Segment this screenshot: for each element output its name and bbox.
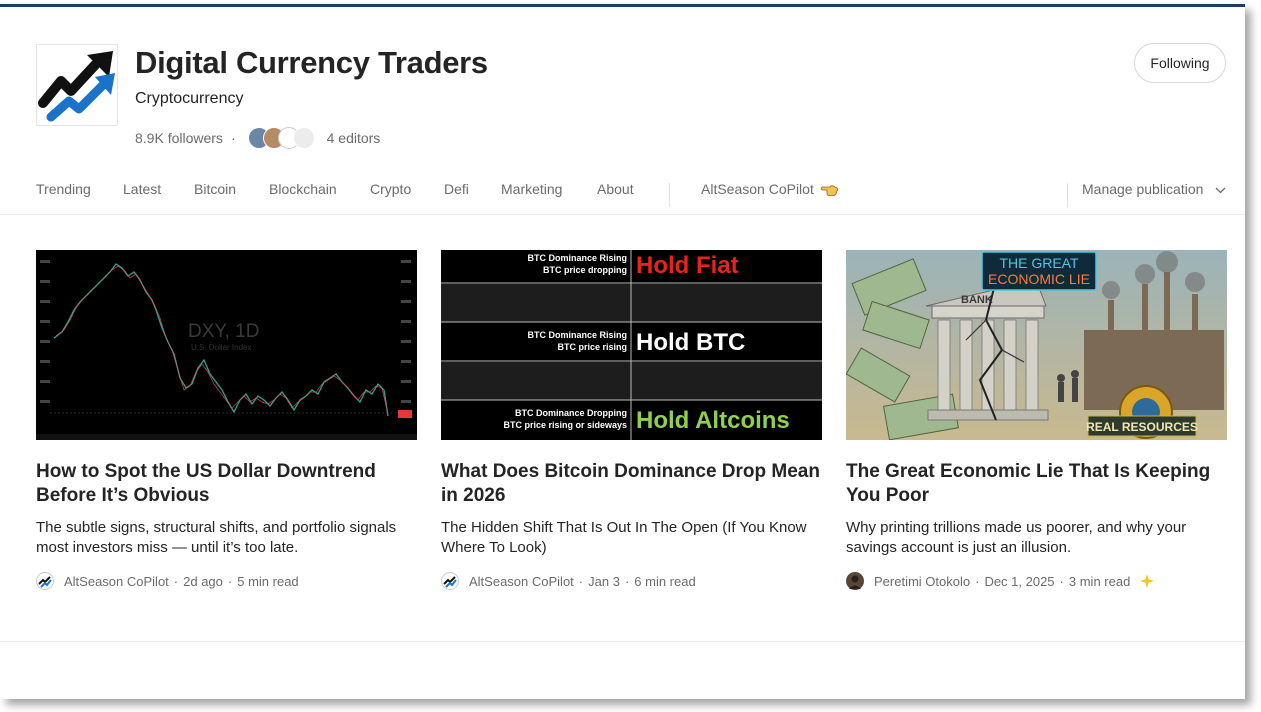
manage-publication-menu[interactable]: Manage publication (1082, 181, 1226, 197)
nav-item-crypto[interactable]: Crypto (370, 181, 411, 197)
following-button[interactable]: Following (1134, 43, 1226, 83)
author-name[interactable]: AltSeason CoPilot (64, 574, 169, 589)
condition-line: BTC Dominance Rising (527, 253, 627, 263)
meta-separator: · (578, 573, 584, 589)
pointing-hand-icon (820, 185, 838, 196)
resources-badge: REAL RESOURCES (1086, 420, 1198, 434)
meta-separator: · (173, 573, 179, 589)
article-card[interactable]: BTC Dominance Rising BTC price dropping … (441, 250, 822, 590)
article-card[interactable]: DXY, 1D U.S. Dollar Index How to Spot th… (36, 250, 417, 590)
author-name[interactable]: AltSeason CoPilot (469, 574, 574, 589)
member-star-icon (1140, 574, 1155, 588)
nav-divider (1067, 183, 1068, 207)
meta-separator: · (230, 130, 236, 146)
nav-item-blockchain[interactable]: Blockchain (269, 181, 337, 197)
read-time: 5 min read (237, 573, 299, 589)
chart-watermark-subtitle: U.S. Dollar Index (191, 343, 251, 352)
article-subtitle[interactable]: Why printing trillions made us poorer, a… (846, 518, 1227, 558)
nav-item-trending[interactable]: Trending (36, 181, 91, 197)
meta-separator: · (624, 573, 630, 589)
article-thumbnail-btc-dominance-table[interactable]: BTC Dominance Rising BTC price dropping … (441, 250, 822, 440)
publication-nav: Trending Latest Bitcoin Blockchain Crypt… (36, 175, 1245, 217)
author-avatar-altseason[interactable] (441, 572, 459, 590)
publish-date: Jan 3 (588, 573, 620, 589)
bank-sign: BANK (961, 294, 993, 306)
avatar (292, 127, 315, 149)
article-meta: AltSeason CoPilot · Jan 3 · 6 min read (441, 572, 822, 590)
editor-avatars[interactable] (247, 127, 315, 149)
article-meta: AltSeason CoPilot · 2d ago · 5 min read (36, 572, 417, 590)
meta-separator: · (227, 573, 233, 589)
nav-item-latest[interactable]: Latest (123, 181, 161, 197)
action-label-hold-altcoins: Hold Altcoins (636, 407, 790, 434)
article-subtitle[interactable]: The subtle signs, structural shifts, and… (36, 518, 417, 558)
nav-item-altseason-copilot[interactable]: AltSeason CoPilot (701, 181, 839, 197)
read-time: 6 min read (634, 573, 696, 589)
chart-watermark-title: DXY, 1D (188, 321, 259, 342)
publication-tagline: Cryptocurrency (135, 90, 244, 107)
condition-line: BTC price rising or sideways (503, 420, 627, 430)
action-label-hold-fiat: Hold Fiat (636, 252, 739, 279)
manage-publication-label: Manage publication (1082, 181, 1204, 197)
condition-line: BTC Dominance Rising (527, 330, 627, 340)
section-bottom-divider (0, 641, 1245, 642)
nav-item-marketing[interactable]: Marketing (501, 181, 562, 197)
article-card[interactable]: BANK THE GREAT ECONOMIC LIE REAL RESOURC… (846, 250, 1227, 590)
meta-separator: · (1059, 573, 1064, 589)
condition-line: BTC Dominance Dropping (515, 408, 627, 418)
article-subtitle[interactable]: The Hidden Shift That Is Out In The Open… (441, 518, 822, 558)
article-title[interactable]: What Does Bitcoin Dominance Drop Mean in… (441, 460, 822, 508)
banner-line: THE GREAT (999, 255, 1079, 271)
followers-count[interactable]: 8.9K followers (135, 130, 223, 146)
author-avatar-altseason[interactable] (36, 572, 54, 590)
meta-separator: · (975, 573, 980, 589)
nav-item-label: AltSeason CoPilot (701, 181, 814, 197)
publication-title: Digital Currency Traders (135, 45, 488, 80)
publication-logo[interactable] (36, 44, 118, 126)
nav-item-defi[interactable]: Defi (444, 181, 469, 197)
publish-date: 2d ago (183, 573, 223, 589)
author-name[interactable]: Peretimi Otokolo (874, 574, 970, 589)
banner-line: ECONOMIC LIE (988, 271, 1090, 287)
chevron-down-icon (1215, 187, 1226, 194)
article-thumbnail-dxy-chart[interactable]: DXY, 1D U.S. Dollar Index (36, 250, 417, 440)
publication-page: Digital Currency Traders Cryptocurrency … (0, 4, 1245, 699)
nav-item-bitcoin[interactable]: Bitcoin (194, 181, 236, 197)
condition-line: BTC price rising (557, 342, 627, 352)
nav-divider (669, 183, 670, 207)
editors-count[interactable]: 4 editors (327, 130, 381, 146)
article-title[interactable]: How to Spot the US Dollar Downtrend Befo… (36, 460, 417, 508)
nav-item-about[interactable]: About (597, 181, 634, 197)
read-time: 3 min read (1068, 573, 1131, 589)
condition-line: BTC price dropping (543, 265, 627, 275)
trend-arrows-icon (38, 51, 115, 122)
publish-date: Dec 1, 2025 (984, 573, 1055, 589)
nav-bottom-divider (0, 214, 1245, 215)
action-label-hold-btc: Hold BTC (636, 329, 745, 356)
article-title[interactable]: The Great Economic Lie That Is Keeping Y… (846, 460, 1227, 508)
article-meta: Peretimi Otokolo · Dec 1, 2025 · 3 min r… (846, 572, 1227, 590)
author-avatar-peretimi[interactable] (846, 572, 864, 590)
article-thumbnail-economic-lie-illustration[interactable]: BANK THE GREAT ECONOMIC LIE REAL RESOURC… (846, 250, 1227, 440)
publication-meta: 8.9K followers · 4 editors (135, 126, 380, 150)
